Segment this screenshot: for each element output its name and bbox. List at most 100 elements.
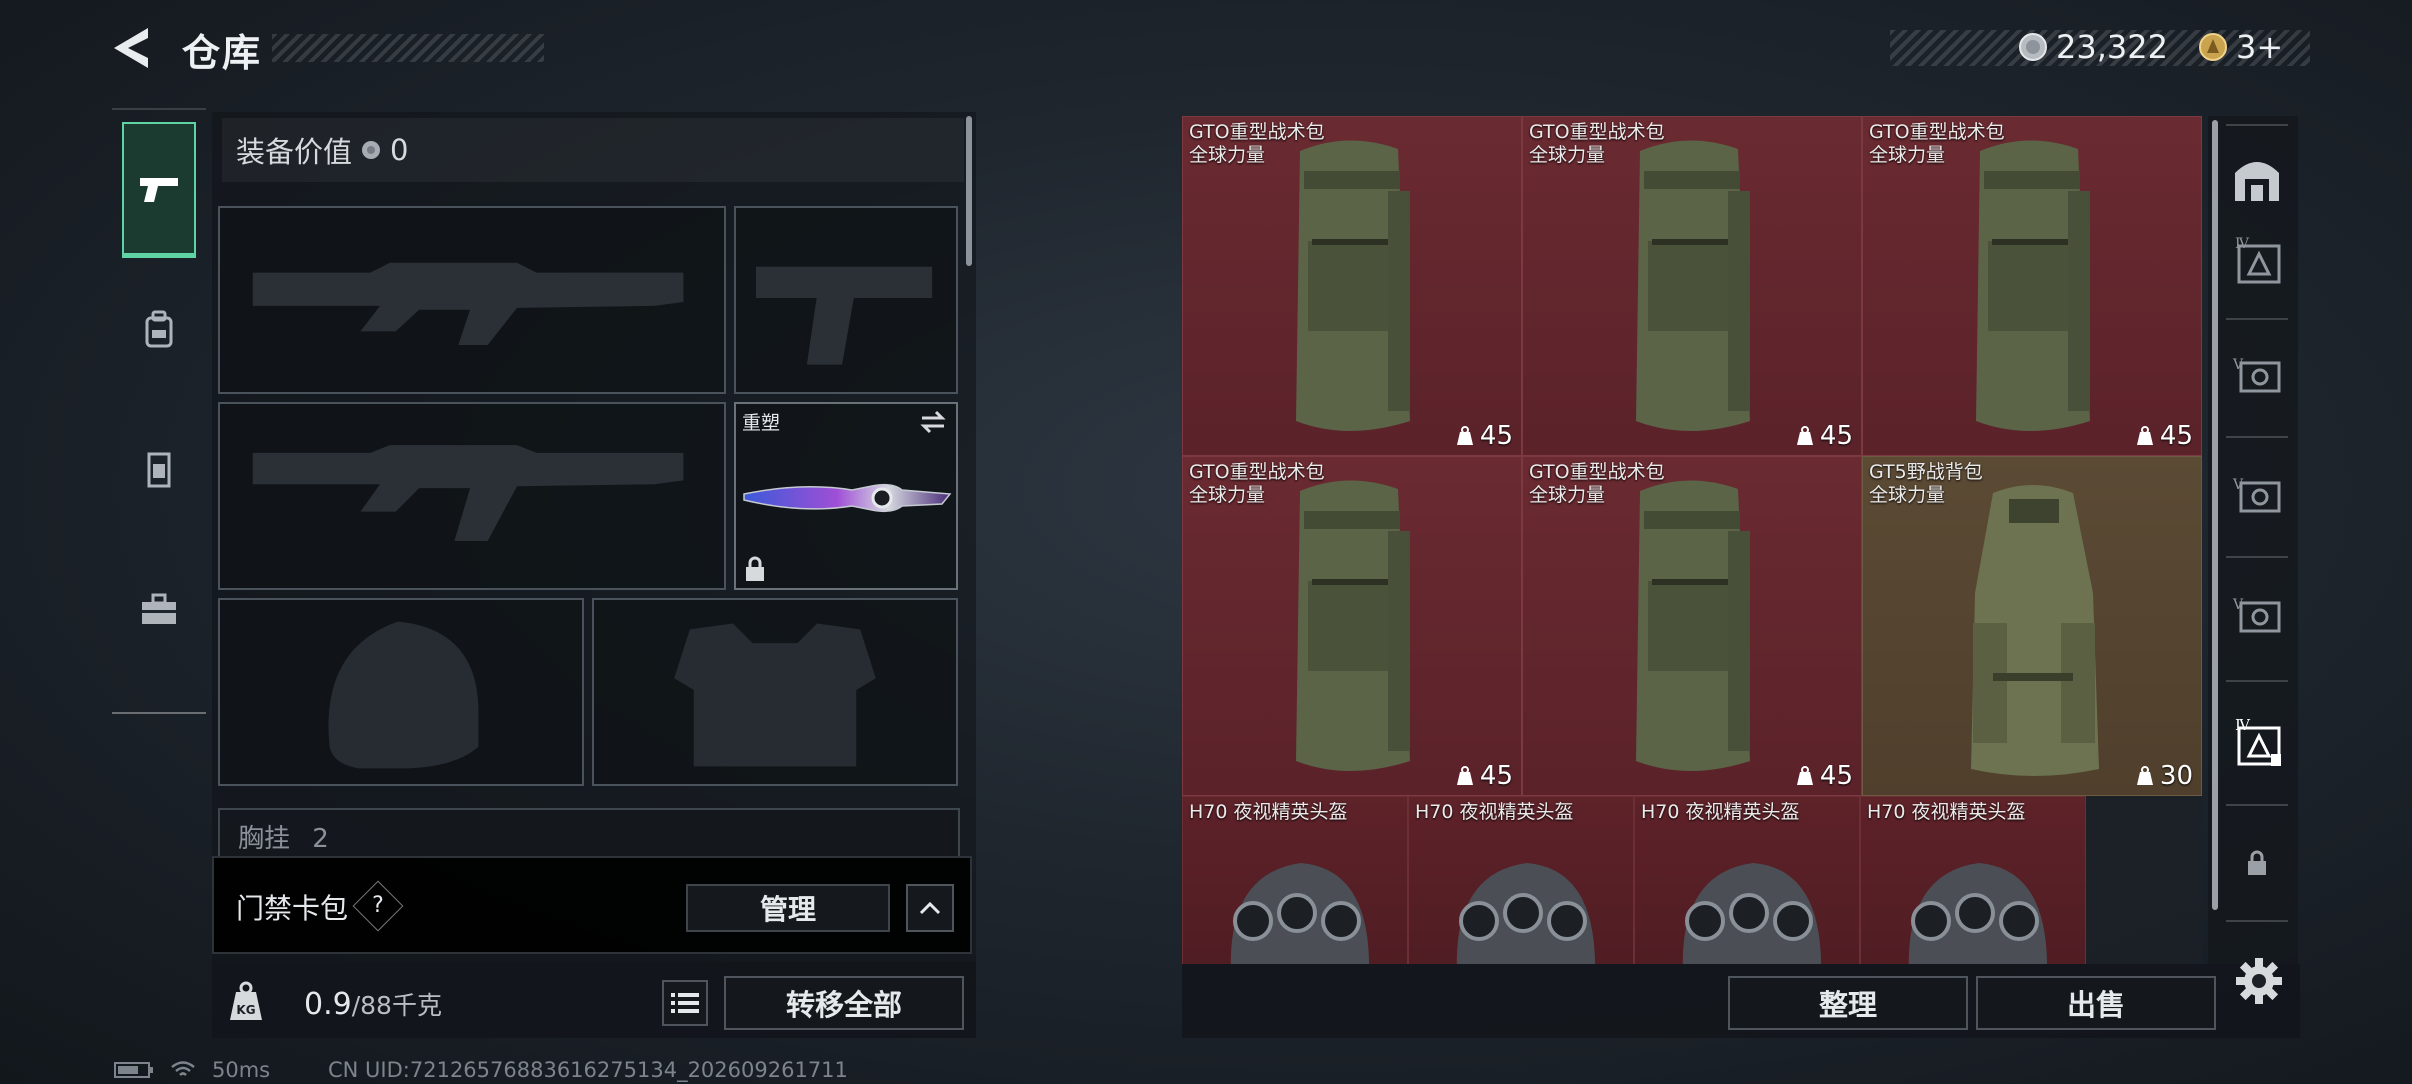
storage-home-icon <box>2235 162 2279 201</box>
storage-item-helmet[interactable]: H70 夜视精英头盔 <box>1860 796 2086 964</box>
page-title: 仓库 <box>182 31 263 75</box>
storage-item-helmet[interactable]: H70 夜视精英头盔 <box>1182 796 1408 964</box>
currency-coins-value: 23,322 <box>2056 28 2168 66</box>
armor-slot[interactable] <box>592 598 958 786</box>
melee-slot-label: 重塑 <box>742 412 781 434</box>
tab-storage-tier[interactable]: Ⅴ <box>2226 346 2288 408</box>
currency-coins: 23,322 <box>2018 28 2168 66</box>
swap-icon[interactable] <box>918 410 948 434</box>
weight-small-icon <box>2136 766 2153 785</box>
manage-button[interactable]: 管理 <box>686 884 890 932</box>
chest-rig-section[interactable]: 胸挂 2 <box>218 808 960 858</box>
item-subtitle: 全球力量 <box>1869 144 1946 166</box>
storage-item-backpack[interactable]: GTO重型战术包 全球力量 45 <box>1522 116 1862 456</box>
tier-ticket-icon: Ⅴ <box>2232 597 2281 633</box>
list-view-button[interactable] <box>662 980 708 1026</box>
settings-button[interactable] <box>2234 956 2284 1006</box>
equipment-value-amount: 0 <box>390 133 409 167</box>
item-name: H70 夜视精英头盔 <box>1189 801 1348 823</box>
weight-small-icon <box>1456 766 1473 785</box>
item-name: GTO重型战术包 <box>1189 461 1325 483</box>
secondary-weapon-slot[interactable] <box>218 402 726 590</box>
tab-vest[interactable] <box>122 410 196 530</box>
vest-icon <box>147 452 171 488</box>
item-name: H70 夜视精英头盔 <box>1867 801 2026 823</box>
nvg-helmet-image <box>1456 863 1595 964</box>
weight-small-icon <box>1796 426 1813 445</box>
divider <box>2226 920 2288 922</box>
pistol-icon <box>140 177 178 202</box>
nvg-helmet-image <box>1682 863 1821 964</box>
tab-weapons[interactable] <box>122 122 196 258</box>
item-name: GT5野战背包 <box>1869 461 1983 483</box>
pistol-slot[interactable] <box>734 206 958 394</box>
storage-item-helmet[interactable]: H70 夜视精英头盔 <box>1408 796 1634 964</box>
list-icon <box>671 993 699 1013</box>
item-name: GTO重型战术包 <box>1529 461 1665 483</box>
primary-weapon-slot[interactable] <box>218 206 726 394</box>
transfer-all-button[interactable]: 转移全部 <box>724 976 964 1030</box>
tier-label: Ⅳ <box>2235 236 2250 252</box>
tab-storage-tier-active[interactable]: Ⅳ <box>2226 712 2288 774</box>
sell-button[interactable]: 出售 <box>1976 976 2216 1030</box>
tab-storage-tier[interactable]: Ⅳ <box>2226 230 2288 292</box>
storage-item-backpack[interactable]: GTO重型战术包 全球力量 45 <box>1182 456 1522 796</box>
item-name: H70 夜视精英头盔 <box>1415 801 1574 823</box>
storage-item-helmet[interactable]: H70 夜视精英头盔 <box>1634 796 1860 964</box>
svg-text:KG: KG <box>236 1003 255 1017</box>
tier-case-icon: Ⅳ <box>2235 236 2281 284</box>
heavy-backpack-image <box>1636 480 1750 771</box>
equipment-tab-column <box>112 108 206 714</box>
armor-silhouette-icon <box>674 623 876 767</box>
heavy-backpack-image <box>1636 140 1750 431</box>
storage-item-backpack[interactable]: GTO重型战术包 全球力量 45 <box>1182 116 1522 456</box>
heavy-backpack-image <box>1296 140 1410 431</box>
divider <box>2226 804 2288 806</box>
rifle-silhouette-icon <box>252 445 684 542</box>
tier-label: Ⅴ <box>2232 477 2244 493</box>
weight-small-icon <box>1456 426 1473 445</box>
melee-slot[interactable]: 重塑 <box>734 402 958 590</box>
chest-rig-label: 胸挂 <box>238 824 291 854</box>
collapse-button[interactable] <box>906 884 954 932</box>
gold-token-icon <box>2199 33 2227 61</box>
user-uid: CN UID:72126576883616275134_202609261711 <box>328 1058 848 1082</box>
storage-scrollbar[interactable] <box>2212 120 2218 910</box>
storage-item-backpack[interactable]: GTO重型战术包 全球力量 45 <box>1522 456 1862 796</box>
divider <box>2226 680 2288 682</box>
tab-storage-tier[interactable]: Ⅴ <box>2226 586 2288 648</box>
field-backpack-image <box>1971 485 2099 776</box>
nvg-helmet-image <box>1908 863 2047 964</box>
helmet-silhouette-icon <box>328 621 479 769</box>
equipment-scrollbar[interactable] <box>966 116 972 266</box>
lock-icon <box>2248 850 2266 875</box>
tab-storage-tier[interactable]: Ⅴ <box>2226 466 2288 528</box>
currency-tickets[interactable]: 3+ <box>2198 28 2283 66</box>
storage-item-backpack[interactable]: GT5野战背包 全球力量 30 <box>1862 456 2202 796</box>
item-name: H70 夜视精英头盔 <box>1641 801 1800 823</box>
tier-case-icon: Ⅳ <box>2235 716 2281 766</box>
title-decoration <box>272 34 544 62</box>
item-name: GTO重型战术包 <box>1529 121 1665 143</box>
item-subtitle: 全球力量 <box>1529 484 1606 506</box>
weight-small-icon <box>2136 426 2153 445</box>
item-count: 30 <box>2159 761 2193 791</box>
sort-button[interactable]: 整理 <box>1728 976 1968 1030</box>
back-button[interactable] <box>108 24 158 72</box>
access-card-label: 门禁卡包 <box>236 892 349 925</box>
tab-storage-home[interactable] <box>2226 148 2288 210</box>
helmet-slot[interactable] <box>218 598 584 786</box>
rifle-silhouette-icon <box>252 262 684 346</box>
currency-tickets-value: 3+ <box>2236 28 2284 66</box>
carry-weight-value: 0.9 <box>304 987 352 1022</box>
item-subtitle: 全球力量 <box>1869 484 1946 506</box>
tab-backpack[interactable] <box>122 270 196 390</box>
divider <box>2226 556 2288 558</box>
ping-value: 50ms <box>212 1058 271 1082</box>
tab-case[interactable] <box>122 550 196 670</box>
battery-icon <box>114 1062 153 1078</box>
pistol-silhouette-icon <box>755 266 933 365</box>
heavy-backpack-image <box>1976 140 2090 431</box>
storage-item-backpack[interactable]: GTO重型战术包 全球力量 45 <box>1862 116 2202 456</box>
tab-storage-locked[interactable] <box>2226 832 2288 894</box>
